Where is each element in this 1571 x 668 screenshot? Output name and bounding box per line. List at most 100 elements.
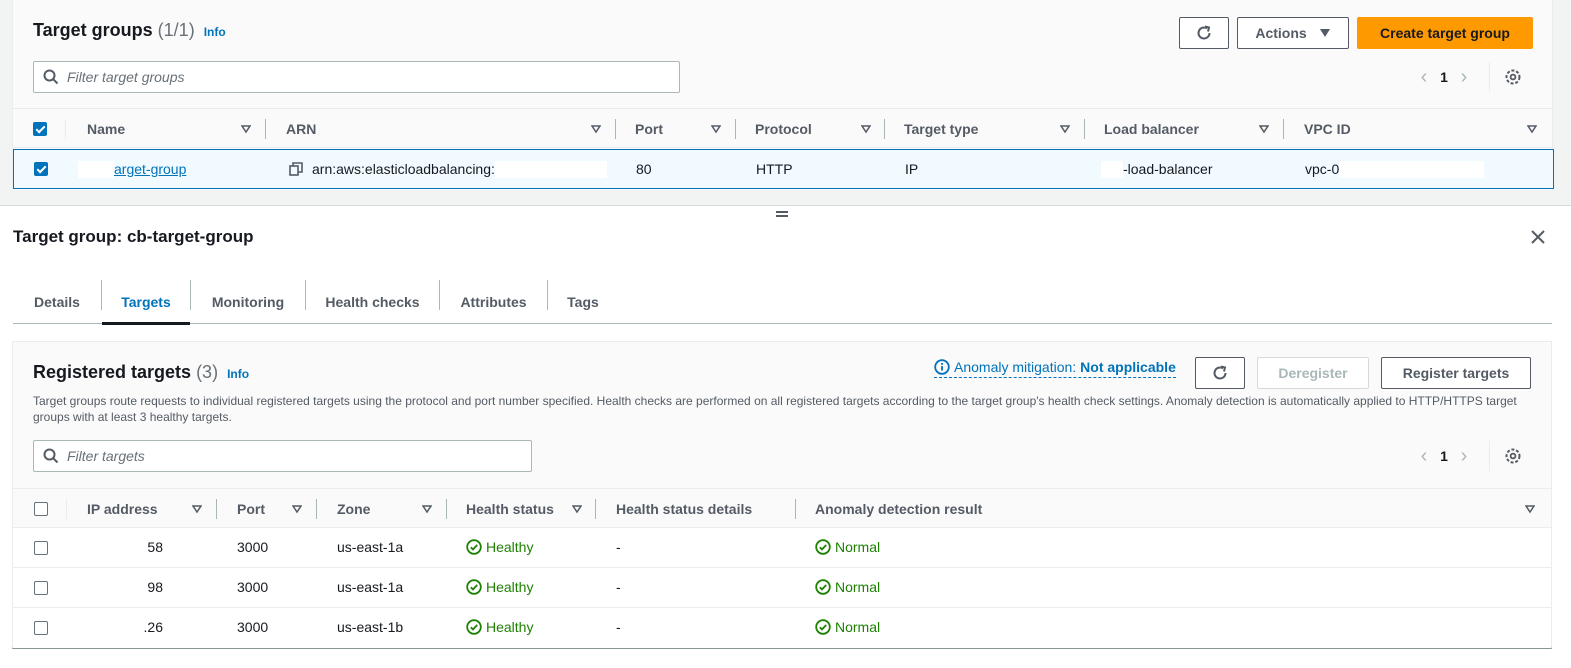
filter-targets-field[interactable]	[33, 440, 532, 472]
column-header-anomaly-detection-result[interactable]: Anomaly detection result	[815, 489, 982, 529]
row-checkbox[interactable]	[34, 581, 48, 595]
registered-targets-count: (3)	[196, 362, 219, 382]
port-cell: 80	[636, 161, 652, 177]
next-page-icon[interactable]: ›	[1451, 445, 1477, 468]
target-groups-panel: Target groups (1/1) Info Actions Create …	[0, 0, 1571, 206]
check-circle-icon	[815, 619, 831, 635]
health-status-cell: Healthy	[466, 528, 533, 566]
check-circle-icon	[466, 539, 482, 555]
resize-handle-icon[interactable]	[776, 211, 789, 219]
port-cell: 3000	[237, 619, 269, 635]
current-page[interactable]: 1	[1437, 448, 1451, 464]
register-targets-button[interactable]: Register targets	[1381, 357, 1531, 389]
column-divider	[316, 499, 317, 519]
sort-icon[interactable]	[591, 124, 601, 134]
column-header-health-status[interactable]: Health status	[466, 489, 554, 529]
target-group-name-link[interactable]: arget-group	[114, 161, 186, 177]
sort-icon[interactable]	[1527, 124, 1537, 134]
sort-icon[interactable]	[861, 124, 871, 134]
column-header-vpc-id[interactable]: VPC ID	[1304, 109, 1351, 149]
column-header-name[interactable]: Name	[87, 109, 125, 149]
table-row[interactable]: .26 3000 us-east-1b Healthy - Normal	[13, 608, 1551, 648]
target-group-detail-title: Target group: cb-target-group	[13, 227, 254, 246]
close-icon[interactable]	[1528, 227, 1548, 247]
health-status-cell: Healthy	[466, 568, 533, 606]
sort-icon[interactable]	[241, 124, 251, 134]
settings-gear-icon[interactable]	[1504, 68, 1522, 86]
port-cell: 3000	[237, 579, 269, 595]
row-checkbox[interactable]	[34, 621, 48, 635]
column-header-health-status-details[interactable]: Health status details	[616, 489, 752, 529]
copy-icon[interactable]	[289, 162, 303, 176]
select-all-targets-checkbox[interactable]	[34, 502, 48, 516]
sort-icon[interactable]	[1060, 124, 1070, 134]
table-row[interactable]: 58 3000 us-east-1a Healthy - Normal	[13, 528, 1551, 568]
health-status-details-cell: -	[616, 619, 621, 635]
tab-monitoring[interactable]: Monitoring	[191, 280, 305, 324]
anomaly-result-value: Normal	[835, 619, 881, 635]
target-groups-title: Target groups	[33, 20, 153, 40]
previous-page-icon[interactable]: ‹	[1411, 66, 1437, 89]
filter-targets-input[interactable]	[67, 448, 515, 464]
next-page-icon[interactable]: ›	[1451, 66, 1477, 89]
row-checkbox[interactable]	[34, 541, 48, 555]
column-divider	[735, 119, 736, 139]
check-circle-icon	[815, 579, 831, 595]
target-type-cell: IP	[905, 161, 919, 177]
column-header-arn[interactable]: ARN	[286, 109, 316, 149]
tab-tags[interactable]: Tags	[548, 280, 618, 324]
actions-dropdown-button[interactable]: Actions	[1237, 17, 1349, 49]
deregister-button[interactable]: Deregister	[1257, 357, 1369, 389]
column-header-ip-address[interactable]: IP address	[87, 489, 158, 529]
tab-attributes[interactable]: Attributes	[440, 280, 547, 324]
actions-label: Actions	[1255, 25, 1307, 41]
sort-icon[interactable]	[422, 504, 432, 514]
health-status-value: Healthy	[486, 579, 534, 595]
target-groups-header: Target groups (1/1) Info	[33, 20, 226, 41]
ip-address-cell: 98	[147, 579, 163, 595]
column-divider	[66, 499, 67, 519]
registered-targets-description: Target groups route requests to individu…	[33, 394, 1517, 424]
column-header-target-type[interactable]: Target type	[904, 109, 978, 149]
sort-icon[interactable]	[572, 504, 582, 514]
column-divider	[615, 119, 616, 139]
caret-down-icon	[1319, 29, 1330, 37]
sort-icon[interactable]	[711, 124, 721, 134]
redacted-text	[1101, 160, 1123, 178]
sort-icon[interactable]	[1259, 124, 1269, 134]
column-header-load-balancer[interactable]: Load balancer	[1104, 109, 1199, 149]
check-circle-icon	[466, 619, 482, 635]
settings-gear-icon[interactable]	[1504, 447, 1522, 465]
refresh-button[interactable]	[1179, 17, 1229, 49]
previous-page-icon[interactable]: ‹	[1411, 445, 1437, 468]
refresh-targets-button[interactable]	[1195, 357, 1245, 389]
select-all-checkbox[interactable]	[33, 122, 47, 136]
target-group-name-cell: arget-group	[78, 150, 186, 188]
check-circle-icon	[466, 579, 482, 595]
vpc-id-value: vpc-0	[1305, 161, 1340, 177]
row-checkbox[interactable]	[34, 162, 48, 176]
anomaly-mitigation-link[interactable]: Anomaly mitigation: Not applicable	[934, 359, 1176, 378]
filter-target-groups-input[interactable]	[67, 69, 648, 85]
filter-target-groups-field[interactable]	[33, 61, 680, 93]
sort-icon[interactable]	[292, 504, 302, 514]
sort-icon[interactable]	[192, 504, 202, 514]
tab-details[interactable]: Details	[13, 280, 101, 324]
column-header-protocol[interactable]: Protocol	[755, 109, 812, 149]
pagination-divider	[1489, 62, 1490, 92]
column-header-port[interactable]: Port	[237, 489, 265, 529]
redacted-text	[78, 160, 114, 178]
current-page[interactable]: 1	[1437, 69, 1451, 85]
anomaly-result-cell: Normal	[815, 528, 880, 566]
target-groups-info-link[interactable]: Info	[204, 25, 226, 39]
column-header-port[interactable]: Port	[635, 109, 663, 149]
table-row[interactable]: arget-group arn:aws:elasticloadbalancing…	[13, 149, 1554, 189]
create-target-group-button[interactable]: Create target group	[1357, 17, 1533, 49]
table-row[interactable]: 98 3000 us-east-1a Healthy - Normal	[13, 568, 1551, 608]
tab-targets[interactable]: Targets	[102, 280, 190, 325]
column-header-zone[interactable]: Zone	[337, 489, 370, 529]
sort-icon[interactable]	[1525, 504, 1535, 514]
tab-health-checks[interactable]: Health checks	[306, 280, 439, 324]
registered-targets-info-link[interactable]: Info	[227, 367, 249, 381]
registered-targets-header: Registered targets (3) Info	[33, 362, 249, 383]
